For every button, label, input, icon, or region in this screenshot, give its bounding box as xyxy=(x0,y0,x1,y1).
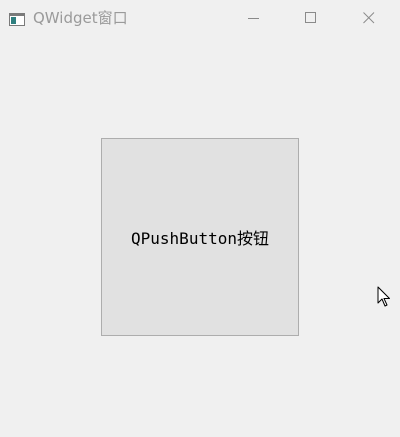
maximize-icon xyxy=(305,9,317,28)
maximize-button[interactable] xyxy=(288,0,334,36)
close-icon xyxy=(363,9,375,28)
window-title: QWidget窗口 xyxy=(33,9,128,27)
app-window-icon xyxy=(9,11,25,26)
title-bar[interactable]: QWidget窗口 xyxy=(0,0,400,36)
mouse-pointer-icon xyxy=(377,286,391,308)
minimize-icon xyxy=(248,9,260,28)
close-button[interactable] xyxy=(346,0,392,36)
qpushbutton-label: QPushButton按钮 xyxy=(131,229,269,248)
minimize-button[interactable] xyxy=(231,0,277,36)
qwidget-window: QWidget窗口 QPushButton按钮 xyxy=(0,0,400,437)
client-area: QPushButton按钮 xyxy=(0,36,400,437)
qpushbutton[interactable]: QPushButton按钮 xyxy=(101,138,299,336)
